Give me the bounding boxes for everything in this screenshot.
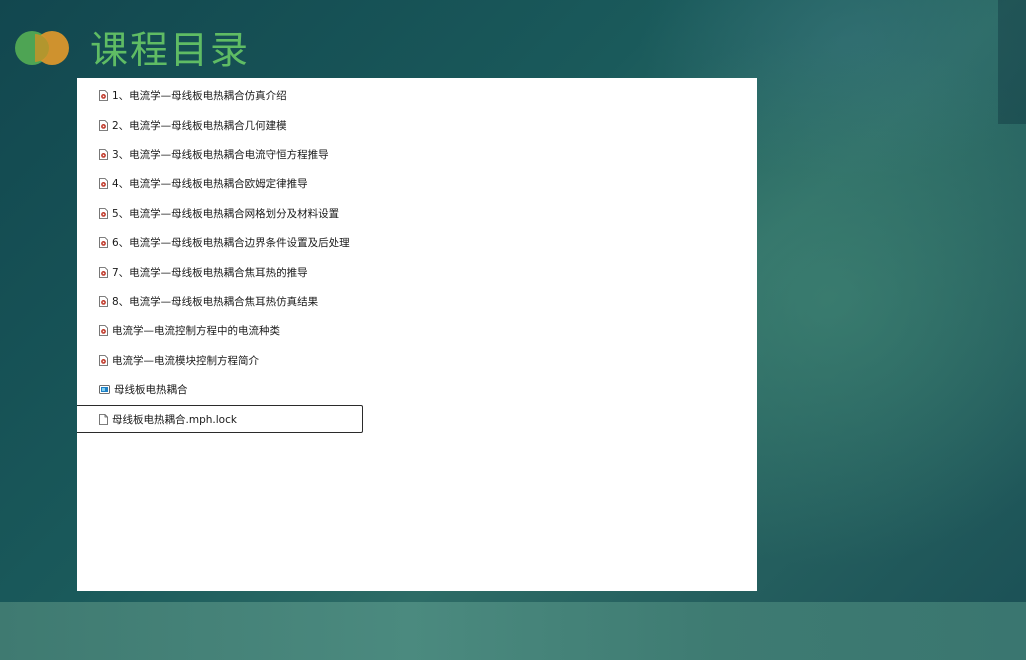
- file-list-item[interactable]: 8、电流学—母线板电热耦合焦耳热仿真结果: [77, 287, 363, 316]
- file-list-item[interactable]: 2、电流学—母线板电热耦合几何建模: [77, 110, 363, 139]
- file-name: 母线板电热耦合: [114, 384, 188, 397]
- video-file-icon: [99, 119, 108, 131]
- bottom-band: [0, 602, 1026, 660]
- video-file-icon: [99, 296, 108, 307]
- video-file-icon: [99, 207, 108, 219]
- file-name: 5、电流学—母线板电热耦合网格划分及材料设置: [112, 207, 340, 220]
- video-file-icon: [99, 149, 108, 160]
- file-list-item[interactable]: 4、电流学—母线板电热耦合欧姆定律推导: [77, 169, 363, 198]
- blank-file-icon: [99, 413, 108, 425]
- video-file-icon: [99, 90, 108, 102]
- logo-icon: [15, 30, 71, 66]
- comsol-model-icon: [99, 384, 110, 395]
- corner-shade: [998, 0, 1026, 124]
- file-name: 3、电流学—母线板电热耦合电流守恒方程推导: [112, 148, 329, 161]
- file-list-item[interactable]: 5、电流学—母线板电热耦合网格划分及材料设置: [77, 199, 363, 228]
- file-list-item[interactable]: 6、电流学—母线板电热耦合边界条件设置及后处理: [77, 228, 363, 257]
- file-list: 1、电流学—母线板电热耦合仿真介绍 2、电流学—母线板电热耦合几何建模 3、电流学—…: [77, 81, 757, 434]
- file-name: 7、电流学—母线板电热耦合焦耳热的推导: [112, 266, 308, 279]
- file-list-item[interactable]: 电流学—电流控制方程中的电流种类: [77, 316, 363, 345]
- file-list-item[interactable]: 母线板电热耦合.mph.lock: [77, 405, 363, 434]
- file-name: 电流学—电流控制方程中的电流种类: [112, 325, 280, 338]
- video-file-icon: [99, 325, 108, 337]
- file-name: 电流学—电流模块控制方程简介: [112, 354, 259, 367]
- file-list-item[interactable]: 1、电流学—母线板电热耦合仿真介绍: [77, 81, 363, 110]
- file-name: 8、电流学—母线板电热耦合焦耳热仿真结果: [112, 295, 319, 308]
- video-file-icon: [99, 354, 108, 366]
- video-file-icon: [99, 237, 108, 249]
- video-file-icon: [99, 266, 108, 278]
- page-title: 课程目录: [90, 28, 251, 72]
- file-name: 1、电流学—母线板电热耦合仿真介绍: [112, 90, 287, 103]
- file-name: 母线板电热耦合.mph.lock: [112, 413, 237, 426]
- file-list-item[interactable]: 7、电流学—母线板电热耦合焦耳热的推导: [77, 257, 363, 286]
- file-name: 4、电流学—母线板电热耦合欧姆定律推导: [112, 178, 308, 191]
- file-list-item[interactable]: 3、电流学—母线板电热耦合电流守恒方程推导: [77, 140, 363, 169]
- file-name: 6、电流学—母线板电热耦合边界条件设置及后处理: [112, 237, 350, 250]
- file-list-item[interactable]: 母线板电热耦合: [77, 375, 363, 404]
- video-file-icon: [99, 178, 108, 190]
- file-name: 2、电流学—母线板电热耦合几何建模: [112, 119, 287, 132]
- file-explorer-panel: 1、电流学—母线板电热耦合仿真介绍 2、电流学—母线板电热耦合几何建模 3、电流学—…: [77, 78, 757, 591]
- file-list-item[interactable]: 电流学—电流模块控制方程简介: [77, 346, 363, 375]
